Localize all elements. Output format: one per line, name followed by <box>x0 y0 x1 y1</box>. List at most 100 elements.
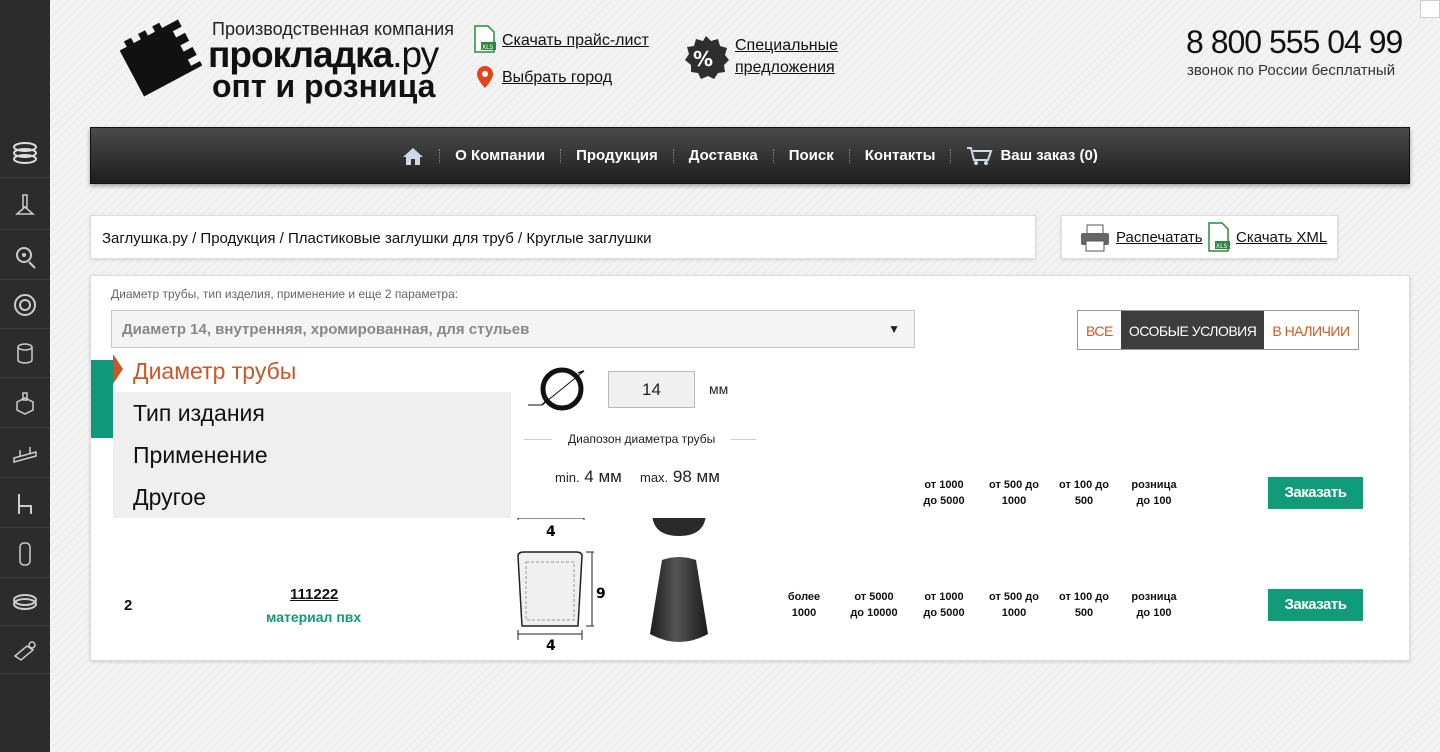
pipe-diameter-icon <box>528 367 585 411</box>
percent-badge-icon: % <box>685 36 729 79</box>
product-material: материал пвх <box>266 609 362 625</box>
site-logo[interactable]: Производственная компания прокладка.ру о… <box>120 12 465 104</box>
sidebar-item-gears[interactable] <box>0 232 50 280</box>
filter-in-stock-button[interactable]: В НАЛИЧИИ <box>1264 311 1358 349</box>
range-max: max. 98 мм <box>640 467 720 486</box>
svg-text:XLS: XLS <box>482 44 493 51</box>
breadcrumb-item-current: Круглые заглушки <box>526 230 652 247</box>
row-number: 2 <box>124 597 133 614</box>
download-xml-link[interactable]: Скачать XML <box>1236 229 1327 246</box>
sidebar-item-bushings[interactable] <box>0 281 50 329</box>
phone-number[interactable]: 8 800 555 04 99 <box>1186 24 1403 61</box>
filter-label: Диаметр трубы, тип изделия, применение и… <box>111 287 459 301</box>
order-button[interactable]: Заказать <box>1268 589 1363 621</box>
nav-contacts[interactable]: Контакты <box>850 147 951 164</box>
svg-text:9: 9 <box>596 586 606 602</box>
header-col: от 100 до 500 <box>1006 399 1056 426</box>
nav-products[interactable]: Продукция <box>561 147 673 164</box>
price-cell: от 500 до 1000 <box>989 591 1039 619</box>
availability-filter: ВСЕ ОСОБЫЕ УСЛОВИЯ В НАЛИЧИИ <box>1077 310 1359 350</box>
diameter-input[interactable]: 14 <box>608 371 695 408</box>
breadcrumb-separator: / <box>513 230 527 247</box>
gasket-logo-icon <box>120 19 202 97</box>
special-offers-link-line2[interactable]: предложения <box>735 59 835 77</box>
nav-delivery[interactable]: Доставка <box>674 147 773 164</box>
sidebar-item-plugs[interactable] <box>0 626 50 674</box>
breadcrumb-item[interactable]: Заглушка.ру <box>102 230 188 247</box>
svg-text:%: % <box>693 47 713 71</box>
choose-city-link[interactable]: Выбрать город <box>502 69 612 87</box>
nav-about[interactable]: О Компании <box>440 147 560 164</box>
printer-icon <box>1081 224 1109 252</box>
nav-home[interactable] <box>387 146 439 166</box>
cylinder-cap-icon <box>17 342 33 364</box>
home-icon <box>403 147 424 165</box>
svg-text:4: 4 <box>546 638 556 654</box>
price-cell: от 1000 до 5000 <box>923 591 965 619</box>
price-cell: от 5000 до 10000 <box>850 591 898 619</box>
filter-all-button[interactable]: ВСЕ <box>1078 311 1121 349</box>
header-col: от 500 до 1000 <box>936 399 986 426</box>
logo-tagline: опт и розница <box>212 68 436 104</box>
xls-file-icon: XLS <box>474 25 496 53</box>
glide-icon <box>13 446 37 463</box>
sidebar-item-feet[interactable] <box>0 182 50 230</box>
sidebar-item-caps[interactable] <box>0 330 50 378</box>
chair-icon <box>18 493 32 514</box>
nav-search[interactable]: Поиск <box>774 147 849 164</box>
product-sku-link[interactable]: 111222 <box>290 586 338 603</box>
breadcrumb-item[interactable]: Продукция <box>200 230 275 247</box>
stacked-rings-icon <box>13 141 37 164</box>
print-link[interactable]: Распечатать <box>1116 229 1203 246</box>
cube-pad-icon <box>16 391 34 415</box>
filter-special-button[interactable]: ОСОБЫЕ УСЛОВИЯ <box>1120 311 1265 349</box>
sidebar-item-seals[interactable] <box>0 130 50 178</box>
header-col: розница до 100 <box>1076 399 1122 426</box>
svg-text:XLS: XLS <box>1216 243 1227 250</box>
menu-item-other[interactable]: Другое <box>133 484 206 511</box>
page-tools: Распечатать XLS Скачать XML <box>1061 215 1338 259</box>
range-min: min. 4 мм <box>555 467 622 486</box>
shopping-cart-icon <box>967 146 993 165</box>
diameter-unit: мм <box>709 381 729 397</box>
cart-label: Ваш заказ (0) <box>1000 147 1098 164</box>
price-cell: розница до 100 <box>1131 591 1177 619</box>
price-cell: от 100 до 500 <box>1059 591 1109 619</box>
active-marker-icon <box>113 354 123 384</box>
price-cell: от 500 до 1000 <box>989 479 1039 507</box>
order-button[interactable]: Заказать <box>1268 477 1363 509</box>
xls-file-icon: XLS <box>1208 222 1230 252</box>
menu-item-usage[interactable]: Применение <box>133 442 268 469</box>
nav-cart[interactable]: Ваш заказ (0) <box>951 146 1112 166</box>
breadcrumb-separator: / <box>275 230 288 247</box>
adjustable-foot-icon <box>15 193 35 215</box>
diameter-range-panel <box>511 438 757 518</box>
ring-icon <box>14 293 36 316</box>
dropdown-arrow-icon: ▼ <box>888 322 900 336</box>
corner-widget[interactable] <box>1420 0 1440 18</box>
price-cell: от 100 до 500 <box>1059 479 1109 507</box>
price-list-link[interactable]: Скачать прайс-лист <box>502 32 649 50</box>
special-offers-link-line1[interactable]: Специальные <box>735 37 838 55</box>
sidebar-item-sliders[interactable] <box>0 430 50 478</box>
price-cell: от 1000 до 5000 <box>923 479 965 507</box>
range-title: Диапозон диаметра трубы <box>552 432 732 446</box>
price-cell: более 1000 <box>787 591 821 619</box>
sidebar-item-pads[interactable] <box>0 380 50 428</box>
location-pin-icon <box>477 66 493 88</box>
breadcrumb-separator: / <box>187 230 201 247</box>
filter-select-value: Диаметр 14, внутренняя, хромированная, д… <box>122 321 530 338</box>
menu-item-diameter[interactable]: Диаметр трубы <box>133 358 296 385</box>
sidebar-item-chairs[interactable] <box>0 480 50 528</box>
sidebar-item-washers[interactable] <box>0 578 50 626</box>
breadcrumb-item[interactable]: Пластиковые заглушки для труб <box>288 230 514 247</box>
sidebar-item-tubes[interactable] <box>0 530 50 578</box>
menu-item-type[interactable]: Тип издания <box>133 400 265 427</box>
breadcrumb: Заглушка.ру / Продукция / Пластиковые за… <box>90 215 1036 259</box>
price-cell: розница до 100 <box>1131 479 1177 507</box>
plug-icon <box>13 640 36 661</box>
filter-dropdown-menu: Диаметр трубы Тип издания Применение Дру… <box>113 350 511 518</box>
svg-text:4: 4 <box>546 524 556 540</box>
filter-select[interactable]: Диаметр 14, внутренняя, хромированная, д… <box>111 310 915 348</box>
phone-note: звонок по России бесплатный <box>1187 62 1396 79</box>
